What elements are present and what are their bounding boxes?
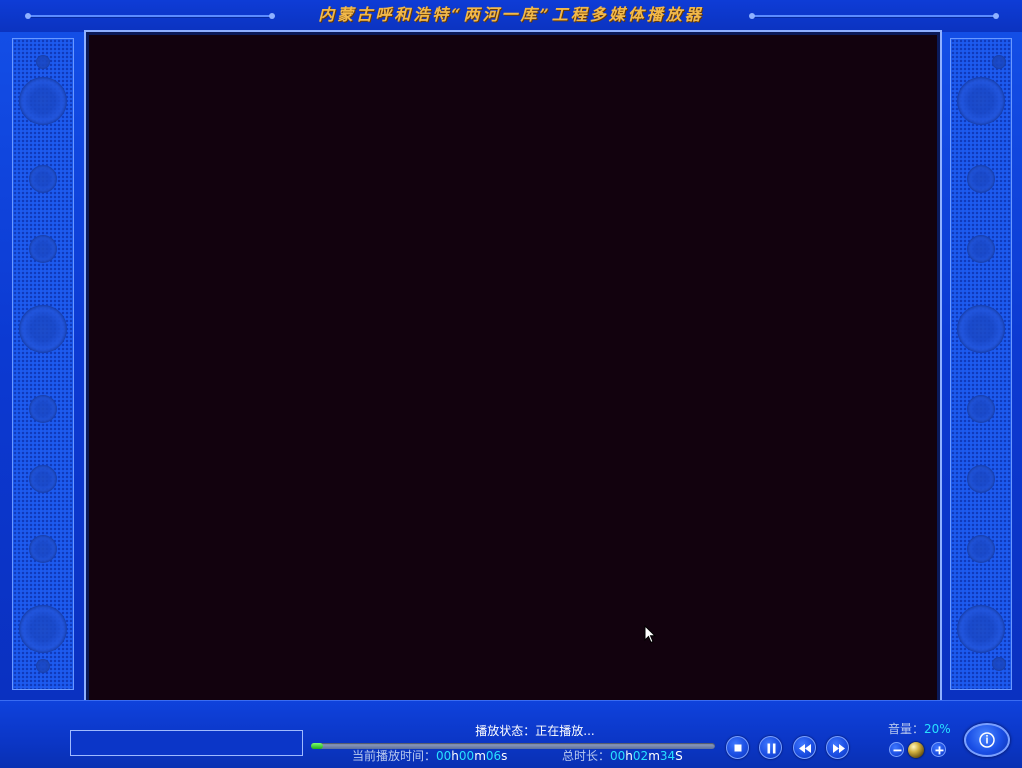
speaker-dot xyxy=(967,235,995,263)
playback-status: 播放状态：正在播放... xyxy=(420,723,650,739)
current-time-m-unit: m xyxy=(474,749,486,763)
total-duration: 总时长：00h02m34S xyxy=(562,748,683,764)
speaker-woofer xyxy=(19,305,67,353)
speaker-dot xyxy=(967,535,995,563)
playback-status-value: 正在播放... xyxy=(535,724,595,738)
window-title: 内蒙古呼和浩特“两河一库”工程多媒体播放器 xyxy=(318,5,704,24)
speaker-dot xyxy=(29,165,57,193)
fast-forward-button[interactable] xyxy=(826,736,849,759)
pause-button[interactable] xyxy=(759,736,782,759)
rewind-button[interactable] xyxy=(793,736,816,759)
title-bar: 内蒙古呼和浩特“两河一库”工程多媒体播放器 xyxy=(0,0,1022,32)
left-speaker-panel xyxy=(12,38,74,690)
speaker-woofer xyxy=(19,77,67,125)
speaker-dot xyxy=(967,165,995,193)
total-duration-h-unit: h xyxy=(625,749,633,763)
plus-icon xyxy=(935,746,944,755)
volume-value: 20% xyxy=(924,722,951,736)
right-speaker-panel xyxy=(950,38,1012,690)
total-duration-m-unit: m xyxy=(648,749,660,763)
progress-fill xyxy=(311,743,324,749)
current-time-s-unit: s xyxy=(501,749,508,763)
speaker-dot xyxy=(992,55,1006,69)
volume-up-button[interactable] xyxy=(931,742,946,757)
video-display[interactable] xyxy=(89,35,937,711)
fast-forward-icon xyxy=(833,744,845,753)
current-time-seconds: 06 xyxy=(485,749,502,763)
mouse-cursor-icon xyxy=(644,625,657,644)
speaker-dot xyxy=(29,235,57,263)
total-duration-label: 总时长： xyxy=(562,749,611,763)
current-time: 当前播放时间：00h00m06s xyxy=(352,748,507,764)
current-time-minutes: 00 xyxy=(458,749,475,763)
current-time-hours: 00 xyxy=(436,749,452,763)
speaker-dot xyxy=(36,55,50,69)
video-frame xyxy=(84,30,942,716)
playback-status-label: 播放状态： xyxy=(475,724,536,738)
total-duration-s-unit: S xyxy=(675,749,683,763)
speaker-woofer xyxy=(957,305,1005,353)
total-duration-seconds: 34 xyxy=(659,749,676,763)
pause-icon xyxy=(767,743,776,754)
speaker-woofer xyxy=(957,605,1005,653)
speaker-woofer xyxy=(957,77,1005,125)
media-player-window: 内蒙古呼和浩特“两河一库”工程多媒体播放器 播放状态：正在播放... 当前播放时… xyxy=(0,0,1022,768)
speaker-dot xyxy=(29,465,57,493)
volume-knob[interactable] xyxy=(908,742,924,758)
speaker-dot xyxy=(29,535,57,563)
speaker-dot xyxy=(992,657,1006,671)
current-time-label: 当前播放时间： xyxy=(352,749,437,763)
total-duration-hours: 00 xyxy=(610,749,626,763)
speaker-dot xyxy=(967,395,995,423)
speaker-dot xyxy=(29,395,57,423)
volume-down-button[interactable] xyxy=(889,742,904,757)
volume-readout: 音量：20% xyxy=(888,721,951,737)
speaker-dot xyxy=(36,659,50,673)
control-bar: 播放状态：正在播放... 当前播放时间：00h00m06s 总时长：00h02m… xyxy=(0,700,1022,768)
minus-icon xyxy=(893,749,902,752)
media-info-box xyxy=(70,730,303,756)
volume-label: 音量： xyxy=(888,722,925,736)
title-decoration-right xyxy=(749,13,999,19)
stop-icon xyxy=(734,744,742,752)
info-button[interactable] xyxy=(964,723,1010,757)
stop-button[interactable] xyxy=(726,736,749,759)
total-duration-minutes: 02 xyxy=(632,749,649,763)
title-decoration-left xyxy=(25,13,275,19)
speaker-dot xyxy=(967,465,995,493)
rewind-icon xyxy=(799,744,811,753)
speaker-woofer xyxy=(19,605,67,653)
current-time-h-unit: h xyxy=(451,749,459,763)
info-icon xyxy=(979,732,995,748)
